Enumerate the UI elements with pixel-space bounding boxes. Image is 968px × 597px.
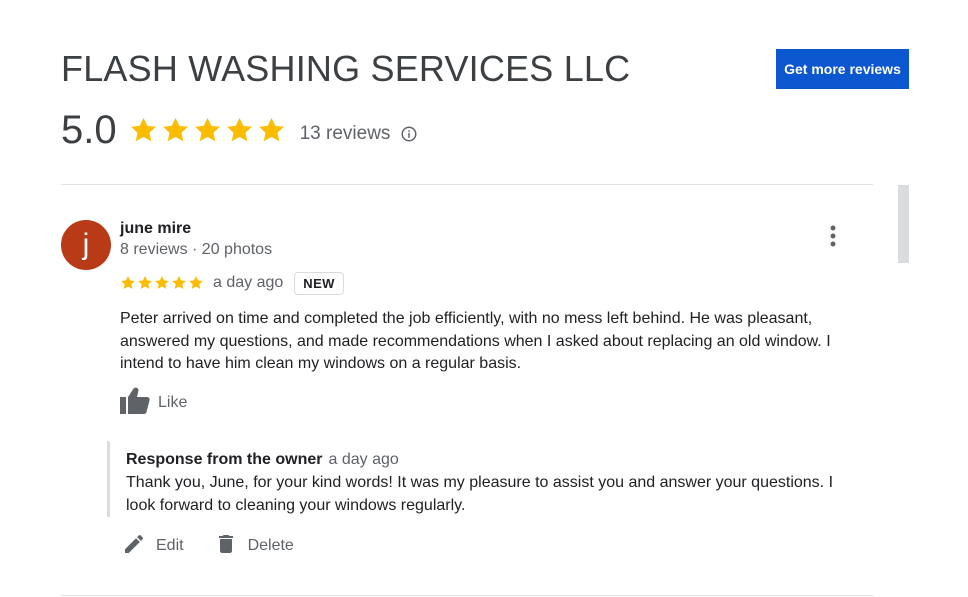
owner-response-text: Thank you, June, for your kind words! It…: [126, 474, 834, 514]
star-icon: [162, 117, 188, 141]
edit-button[interactable]: Edit: [122, 532, 184, 561]
star-icon: [172, 276, 186, 289]
new-badge: NEW: [294, 271, 344, 295]
business-name: FLASH WASHING SERVICES LLC: [61, 48, 631, 89]
delete-button[interactable]: Delete: [214, 532, 294, 561]
review-stars: [120, 275, 204, 291]
section-divider-bottom: [61, 595, 873, 596]
more-options-button[interactable]: [820, 224, 846, 252]
star-icon: [155, 276, 169, 289]
info-icon[interactable]: [400, 125, 418, 143]
star-icon: [121, 276, 135, 289]
response-actions: Edit Delete: [122, 531, 294, 561]
owner-response-header: Response from the owner a day ago: [126, 451, 852, 469]
delete-label: Delete: [247, 537, 294, 554]
pencil-icon: [122, 532, 146, 561]
review-rating-row: a day ago NEW: [120, 270, 344, 296]
section-divider: [61, 184, 873, 185]
star-icon: [194, 117, 220, 141]
reviewer-meta: 8 reviews · 20 photos: [120, 241, 273, 258]
review-time: a day ago: [213, 274, 284, 291]
star-icon: [226, 117, 252, 141]
trash-icon: [214, 532, 238, 561]
thumb-up-icon: [120, 387, 150, 419]
owner-response-time: a day ago: [328, 451, 399, 468]
star-icon: [189, 276, 203, 289]
avatar[interactable]: j: [61, 220, 111, 270]
star-icon: [138, 276, 152, 289]
like-button[interactable]: Like: [120, 387, 188, 419]
star-icon: [130, 117, 156, 141]
scrollbar-thumb[interactable]: [898, 185, 909, 263]
get-more-reviews-button[interactable]: Get more reviews: [776, 49, 909, 89]
star-icon: [258, 117, 284, 141]
owner-response-title: Response from the owner: [126, 451, 323, 468]
more-vert-icon: [830, 225, 836, 252]
reviewer-name[interactable]: june mire: [120, 220, 191, 238]
rating-value: 5.0: [61, 107, 117, 152]
edit-label: Edit: [156, 537, 184, 554]
like-label: Like: [158, 394, 188, 411]
rating-stars: [129, 116, 286, 145]
review-text: Peter arrived on time and completed the …: [120, 310, 831, 372]
rating-summary: 5.0 13 reviews: [61, 106, 418, 154]
owner-response: Response from the owner a day ago Thank …: [107, 441, 852, 517]
review-count[interactable]: 13 reviews: [300, 123, 391, 145]
